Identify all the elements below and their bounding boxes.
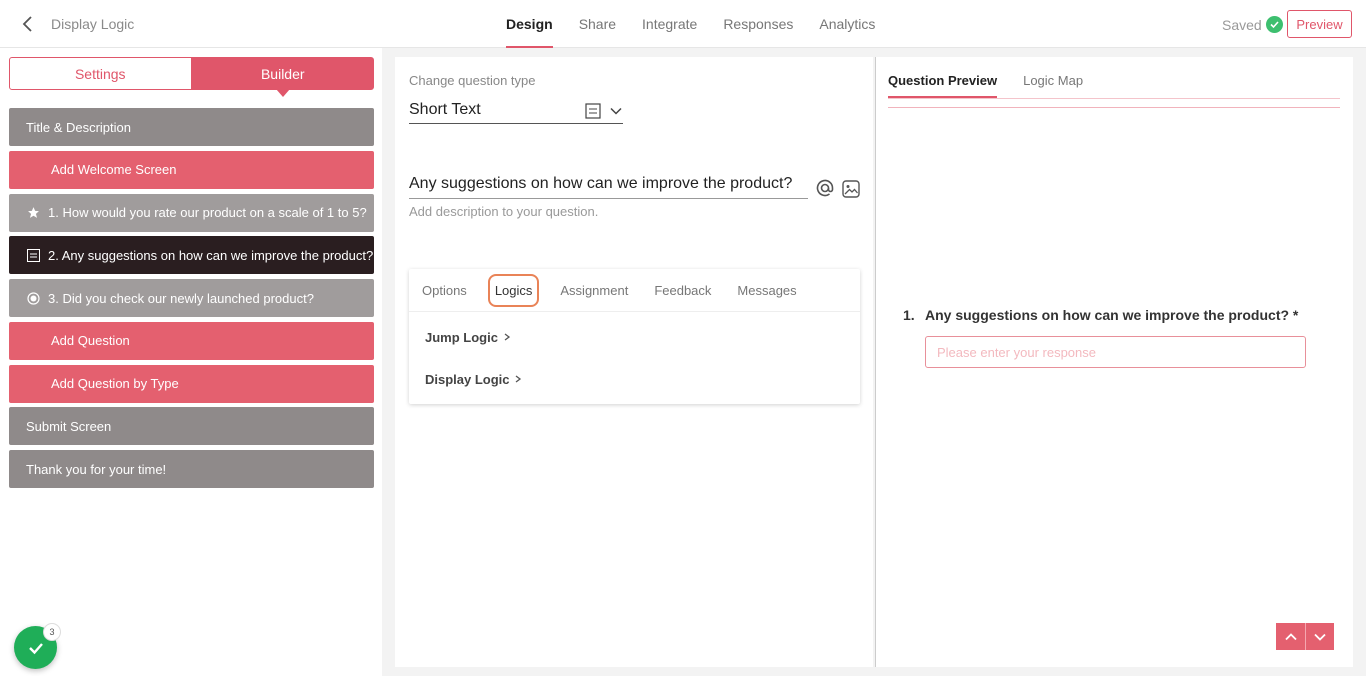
sidebar-item-label: 2. Any suggestions on how can we improve… bbox=[48, 247, 374, 263]
sidebar-item-label: Add Question by Type bbox=[51, 376, 179, 391]
jump-logic-row[interactable]: Jump Logic bbox=[425, 330, 512, 345]
tab-integrate[interactable]: Integrate bbox=[629, 0, 710, 48]
saved-status: Saved bbox=[1222, 16, 1283, 33]
sidebar-item-label: Submit Screen bbox=[26, 418, 112, 434]
sidebar-item-label: Add Welcome Screen bbox=[51, 162, 177, 178]
tab-question-preview[interactable]: Question Preview bbox=[888, 57, 998, 98]
divider bbox=[888, 98, 1340, 99]
question-3-item[interactable]: 3. Did you check our newly launched prod… bbox=[9, 279, 374, 317]
title-description-item[interactable]: Title & Description bbox=[9, 108, 374, 146]
preview-navigation bbox=[1276, 623, 1334, 650]
add-welcome-screen-item[interactable]: Add Welcome Screen bbox=[9, 150, 374, 189]
question-1-item[interactable]: 1. How would you rate our product on a s… bbox=[9, 193, 374, 232]
back-arrow-icon[interactable] bbox=[18, 14, 38, 34]
add-question-item[interactable]: Add Question bbox=[9, 321, 374, 360]
settings-tab[interactable]: Settings bbox=[9, 57, 192, 90]
tab-logic-map[interactable]: Logic Map bbox=[1023, 57, 1083, 98]
change-type-label: Change question type bbox=[409, 73, 536, 88]
main-nav: Design Share Integrate Responses Analyti… bbox=[493, 0, 888, 48]
plus-icon bbox=[26, 163, 43, 177]
question-2-item[interactable]: 2. Any suggestions on how can we improve… bbox=[9, 236, 374, 275]
settings-builder-toggle: Settings Builder bbox=[9, 57, 374, 97]
at-mention-icon[interactable] bbox=[815, 178, 835, 198]
tab-messages[interactable]: Messages bbox=[724, 283, 809, 298]
sidebar-item-label: 1. How would you rate our product on a s… bbox=[48, 205, 367, 220]
fab-count-badge: 3 bbox=[43, 623, 61, 641]
chevron-down-icon bbox=[1314, 633, 1326, 641]
plus-icon bbox=[26, 377, 43, 391]
builder-sidebar: Settings Builder Title & Description Add… bbox=[0, 48, 382, 676]
preview-button[interactable]: Preview bbox=[1287, 10, 1352, 38]
builder-tab[interactable]: Builder bbox=[191, 57, 374, 97]
image-upload-icon[interactable] bbox=[842, 180, 860, 198]
sidebar-item-label: 3. Did you check our newly launched prod… bbox=[48, 290, 314, 306]
check-icon bbox=[28, 642, 43, 654]
question-list: Title & Description Add Welcome Screen 1… bbox=[9, 108, 374, 493]
star-icon bbox=[26, 206, 40, 220]
previous-question-button[interactable] bbox=[1276, 623, 1305, 650]
submit-screen-item[interactable]: Submit Screen bbox=[9, 407, 374, 446]
preview-tabs: Question Preview Logic Map bbox=[888, 57, 1109, 98]
question-type-value: Short Text bbox=[409, 101, 481, 118]
settings-tabs: Options Logics Assignment Feedback Messa… bbox=[409, 269, 860, 312]
question-title-input[interactable]: Any suggestions on how can we improve th… bbox=[409, 172, 808, 199]
question-type-select[interactable]: Short Text bbox=[409, 99, 623, 124]
tab-analytics[interactable]: Analytics bbox=[806, 0, 888, 48]
radio-icon bbox=[26, 291, 40, 305]
saved-label: Saved bbox=[1222, 16, 1262, 33]
tab-feedback[interactable]: Feedback bbox=[641, 283, 724, 298]
tab-design[interactable]: Design bbox=[493, 0, 566, 48]
question-editor: Change question type Short Text Any sugg… bbox=[395, 57, 873, 667]
short-text-icon bbox=[26, 248, 40, 262]
chevron-right-icon bbox=[502, 330, 512, 345]
short-text-icon bbox=[585, 103, 601, 124]
sidebar-item-label: Add Question bbox=[51, 333, 130, 349]
tab-assignment[interactable]: Assignment bbox=[547, 283, 641, 298]
preview-panel: Question Preview Logic Map 1. Any sugges… bbox=[875, 57, 1353, 667]
tab-options[interactable]: Options bbox=[409, 283, 480, 298]
question-settings-card: Options Logics Assignment Feedback Messa… bbox=[409, 269, 860, 404]
sidebar-item-label: Title & Description bbox=[26, 119, 131, 135]
jump-logic-label: Jump Logic bbox=[425, 330, 498, 345]
thank-you-item[interactable]: Thank you for your time! bbox=[9, 450, 374, 488]
divider bbox=[888, 107, 1340, 108]
preview-question-text: Any suggestions on how can we improve th… bbox=[925, 307, 1299, 323]
chevron-down-icon bbox=[609, 104, 623, 123]
display-logic-label: Display Logic bbox=[425, 372, 510, 387]
chevron-right-icon bbox=[513, 372, 523, 387]
preview-response-input[interactable] bbox=[925, 336, 1306, 368]
next-question-button[interactable] bbox=[1305, 623, 1334, 650]
add-question-by-type-item[interactable]: Add Question by Type bbox=[9, 364, 374, 403]
tab-logics[interactable]: Logics bbox=[487, 273, 540, 307]
page-title: Display Logic bbox=[51, 16, 135, 32]
sidebar-item-label: Thank you for your time! bbox=[26, 461, 167, 477]
description-field[interactable]: Add description to your question. bbox=[409, 204, 598, 219]
top-bar: Display Logic Design Share Integrate Res… bbox=[0, 0, 1366, 48]
chevron-up-icon bbox=[1284, 632, 1297, 640]
display-logic-row[interactable]: Display Logic bbox=[425, 372, 523, 387]
check-circle-icon bbox=[1265, 16, 1283, 33]
tab-responses[interactable]: Responses bbox=[710, 0, 806, 48]
tab-share[interactable]: Share bbox=[566, 0, 629, 48]
plus-icon bbox=[26, 334, 43, 348]
preview-question-number: 1. bbox=[903, 307, 915, 323]
